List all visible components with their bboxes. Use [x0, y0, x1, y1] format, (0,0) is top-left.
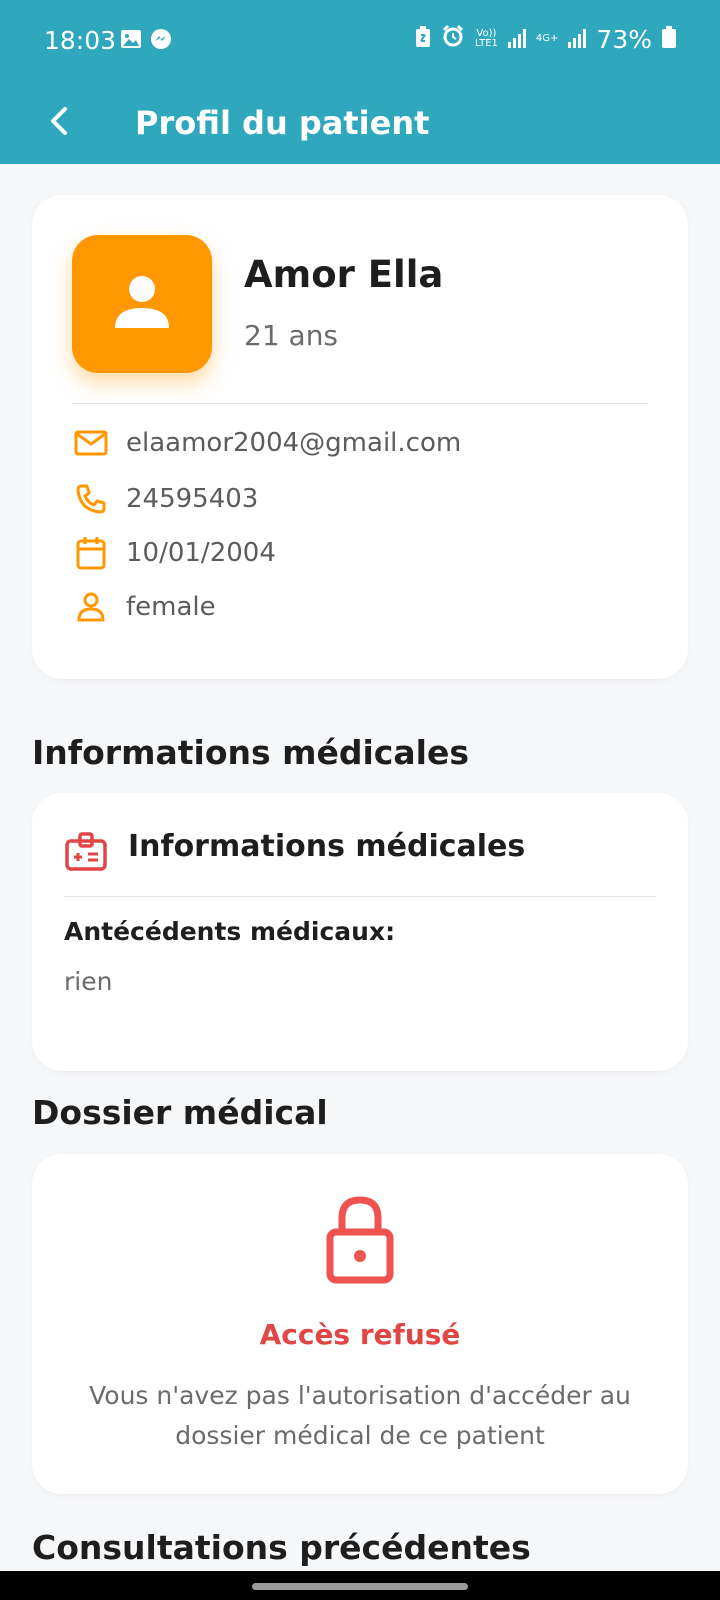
image-icon: [120, 28, 142, 54]
alarm-icon: [441, 24, 465, 54]
patient-email: elaamor2004@gmail.com: [126, 428, 462, 458]
battery-percent: 73%: [596, 24, 652, 54]
medical-history-value: rien: [64, 967, 113, 996]
phone-icon: [72, 480, 110, 518]
signal-icon: [568, 25, 587, 54]
medical-history-label: Antécédents médicaux:: [64, 917, 396, 946]
section-title-medical-record: Dossier médical: [32, 1093, 328, 1132]
home-gesture-handle[interactable]: [252, 1583, 468, 1590]
divider: [72, 403, 648, 404]
medical-record-card: Accès refusé Vous n'avez pas l'autorisat…: [32, 1154, 688, 1494]
access-denied-message: Vous n'avez pas l'autorisation d'accéder…: [89, 1381, 631, 1450]
status-time: 18:03: [44, 26, 117, 55]
patient-gender: female: [126, 592, 216, 622]
battery-icon: [662, 25, 676, 54]
medical-info-card: Informations médicales Antécédents médic…: [32, 793, 688, 1071]
patient-name: Amor Ella: [244, 253, 444, 296]
patient-phone: 24595403: [126, 484, 259, 514]
lock-icon: [324, 1192, 396, 1288]
phone-row: 24595403: [72, 479, 258, 519]
messenger-icon: [150, 28, 172, 54]
network-4g-label: 4G+: [535, 33, 559, 44]
app-bar: Profil du patient: [0, 82, 720, 164]
back-button[interactable]: [34, 98, 84, 148]
person-icon: [112, 274, 172, 334]
birthdate-row: 10/01/2004: [72, 533, 276, 573]
access-denied-title: Accès refusé: [259, 1318, 461, 1351]
page-title: Profil du patient: [135, 104, 430, 142]
patient-birthdate: 10/01/2004: [126, 538, 276, 568]
back-arrow-icon: [47, 106, 71, 140]
patient-age: 21 ans: [244, 319, 339, 352]
gender-icon: [72, 588, 110, 626]
email-row: elaamor2004@gmail.com: [72, 423, 461, 463]
gender-row: female: [72, 587, 216, 627]
avatar: [72, 235, 212, 373]
mail-icon: [72, 424, 110, 462]
system-nav-bar: [0, 1571, 720, 1600]
patient-profile-card: Amor Ella 21 ans elaamor2004@gmail.com 2…: [32, 195, 688, 679]
section-title-previous-consultations: Consultations précédentes: [32, 1528, 531, 1567]
calendar-icon: [72, 534, 110, 572]
medical-info-card-title: Informations médicales: [128, 829, 526, 864]
status-bar: 18:03 Vo)) LTE1 4G+ 73%: [0, 0, 720, 82]
section-title-medical-info: Informations médicales: [32, 733, 469, 772]
divider: [64, 896, 656, 897]
lte-label: LTE1: [474, 38, 498, 49]
medical-id-icon: [64, 831, 108, 875]
battery-saver-icon: [415, 25, 431, 54]
signal-icon: [507, 25, 526, 54]
